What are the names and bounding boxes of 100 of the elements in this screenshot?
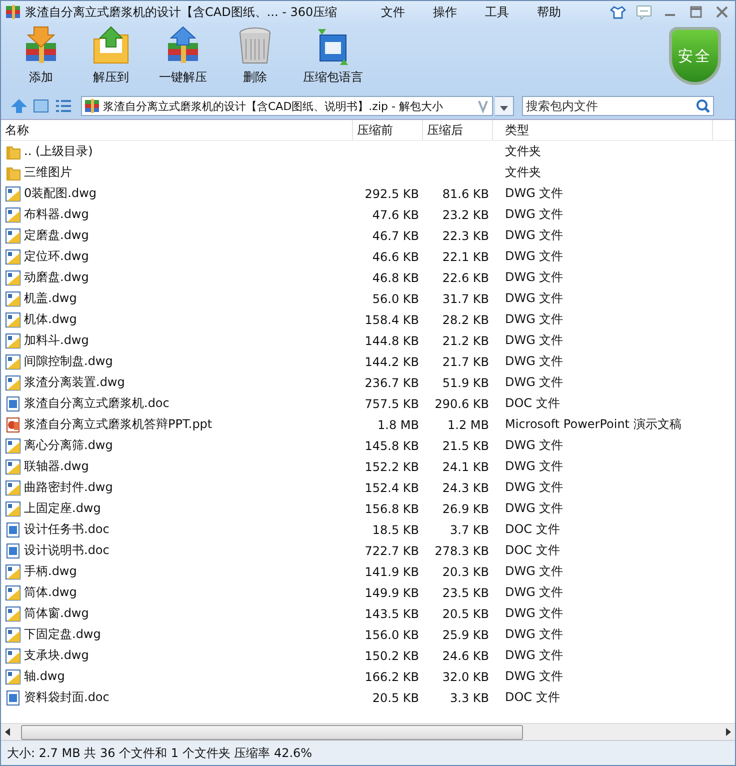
- toolbar-button[interactable]: 压缩包语言: [299, 25, 367, 86]
- drawing-file-icon: [5, 668, 21, 684]
- archive-icon: [84, 98, 100, 114]
- table-cell-text: 22.6 KB: [441, 270, 490, 284]
- file-name[interactable]: 定位环.dwg: [24, 248, 89, 265]
- drawing-file-icon: [5, 248, 21, 264]
- folder-icon: [5, 164, 21, 180]
- file-name[interactable]: 筒体窗.dwg: [24, 605, 89, 622]
- file-name[interactable]: 轴.dwg: [24, 668, 65, 685]
- table-cell-text: DWG 文件: [504, 269, 564, 286]
- file-name[interactable]: 支承块.dwg: [24, 647, 89, 664]
- table-cell-text: DWG 文件: [504, 248, 564, 265]
- file-name[interactable]: 联轴器.dwg: [24, 458, 89, 475]
- table-cell-text: 46.8 KB: [371, 270, 420, 284]
- table-cell-text: DWG 文件: [504, 185, 564, 202]
- table-cell-text: DWG 文件: [504, 206, 564, 223]
- file-name[interactable]: 设计说明书.doc: [24, 542, 110, 559]
- table-cell-text: DWG 文件: [504, 290, 564, 307]
- scrollbar-thumb[interactable]: [21, 725, 523, 740]
- file-name[interactable]: 离心分离筛.dwg: [24, 437, 113, 454]
- file-name[interactable]: 0装配图.dwg: [24, 185, 96, 202]
- file-name[interactable]: 曲路密封件.dwg: [24, 479, 113, 496]
- table-cell-text: 292.5 KB: [364, 186, 420, 200]
- table-cell-text: 文件夹: [504, 143, 542, 160]
- toolbar-button[interactable]: 删除: [229, 25, 281, 86]
- file-name[interactable]: 布料器.dwg: [24, 206, 89, 223]
- file-name[interactable]: 筒体.dwg: [24, 584, 77, 601]
- table-cell-text: 31.7 KB: [441, 292, 490, 306]
- column-header[interactable]: 压缩前: [353, 120, 423, 140]
- table-cell-text: DWG 文件: [504, 668, 564, 685]
- column-header[interactable]: 名称: [1, 120, 353, 140]
- up-arrow-icon[interactable]: [9, 97, 29, 115]
- column-header[interactable]: 类型: [493, 120, 713, 140]
- file-name[interactable]: 浆渣分离装置.dwg: [24, 374, 125, 391]
- table-cell-text: 22.3 KB: [441, 228, 490, 242]
- file-name[interactable]: .. (上级目录): [24, 143, 93, 160]
- table-cell-text: 278.3 KB: [434, 544, 490, 558]
- table-cell-text: 143.5 KB: [364, 606, 420, 620]
- drawing-file-icon: [5, 648, 21, 664]
- file-name[interactable]: 定磨盘.dwg: [24, 227, 89, 244]
- table-cell-text: 20.5 KB: [441, 606, 490, 620]
- v-icon: [476, 98, 490, 114]
- shirt-icon[interactable]: [609, 4, 627, 20]
- table-cell-text: 21.2 KB: [441, 334, 490, 348]
- table-cell-text: 24.3 KB: [441, 480, 490, 494]
- table-cell-text: 150.2 KB: [364, 648, 420, 662]
- menu-item[interactable]: 文件: [381, 4, 406, 20]
- thumbnail-view-icon[interactable]: [31, 97, 51, 115]
- table-cell-text: 24.6 KB: [441, 648, 490, 662]
- search-field[interactable]: 搜索包内文件: [522, 96, 714, 116]
- path-field[interactable]: 浆渣自分离立式磨浆机的设计【含CAD图纸、说明书】.zip - 解包大小: [81, 96, 493, 116]
- table-cell-text: 20.5 KB: [371, 690, 420, 704]
- table-cell-text: 1.8 MB: [376, 418, 420, 432]
- file-name[interactable]: 三维图片: [24, 164, 72, 181]
- file-name[interactable]: 机体.dwg: [24, 311, 77, 328]
- document-icon: [5, 522, 21, 538]
- file-name[interactable]: 资料袋封面.doc: [24, 689, 110, 706]
- table-cell-text: 56.0 KB: [371, 292, 420, 306]
- feedback-icon[interactable]: [635, 4, 653, 20]
- file-name[interactable]: 浆渣自分离立式磨浆机.doc: [24, 395, 170, 412]
- table-cell-text: DWG 文件: [504, 353, 564, 370]
- file-name[interactable]: 动磨盘.dwg: [24, 269, 89, 286]
- dropdown-caret-icon[interactable]: [495, 96, 514, 116]
- file-name[interactable]: 浆渣自分离立式磨浆机答辩PPT.ppt: [24, 416, 212, 433]
- menu-item[interactable]: 操作: [433, 4, 458, 20]
- column-header[interactable]: 压缩后: [423, 120, 493, 140]
- table-cell-text: DWG 文件: [504, 500, 564, 517]
- table-cell-text: 21.5 KB: [441, 438, 490, 452]
- toolbar-button[interactable]: 一键解压: [155, 25, 211, 86]
- table-cell-text: 23.2 KB: [441, 208, 490, 222]
- drawing-file-icon: [5, 206, 21, 222]
- file-name[interactable]: 上固定座.dwg: [24, 500, 101, 517]
- table-cell-text: 18.5 KB: [371, 522, 420, 536]
- toolbar-button[interactable]: 解压到: [85, 25, 137, 86]
- menu-item[interactable]: 工具: [485, 4, 510, 20]
- search-icon[interactable]: [695, 98, 711, 114]
- folder-icon: [5, 144, 21, 160]
- table-cell-text: 81.6 KB: [441, 186, 490, 200]
- drawing-file-icon: [5, 500, 21, 516]
- table-cell-text: 290.6 KB: [434, 396, 490, 410]
- table-cell-text: DWG 文件: [504, 479, 564, 496]
- file-name[interactable]: 手柄.dwg: [24, 563, 77, 580]
- menu-item[interactable]: 帮助: [537, 4, 562, 20]
- table-cell-text: 144.8 KB: [364, 334, 420, 348]
- file-name[interactable]: 间隙控制盘.dwg: [24, 353, 113, 370]
- toolbar-button[interactable]: 添加: [15, 25, 67, 86]
- table-cell-text: DOC 文件: [504, 521, 561, 538]
- file-name[interactable]: 下固定盘.dwg: [24, 626, 101, 643]
- table-cell-text: DWG 文件: [504, 374, 564, 391]
- table-cell-text: 145.8 KB: [364, 438, 420, 452]
- table-cell-text: Microsoft PowerPoint 演示文稿: [504, 416, 682, 433]
- file-name[interactable]: 机盖.dwg: [24, 290, 77, 307]
- table-cell-text: 149.9 KB: [364, 586, 420, 600]
- list-view-icon[interactable]: [53, 97, 73, 115]
- table-cell-text: 166.2 KB: [364, 670, 420, 684]
- file-name[interactable]: 设计任务书.doc: [24, 521, 110, 538]
- file-name[interactable]: 加料斗.dwg: [24, 332, 89, 349]
- table-cell-text: 23.5 KB: [441, 586, 490, 600]
- table-cell-text: 24.1 KB: [441, 460, 490, 474]
- document-icon: [5, 690, 21, 706]
